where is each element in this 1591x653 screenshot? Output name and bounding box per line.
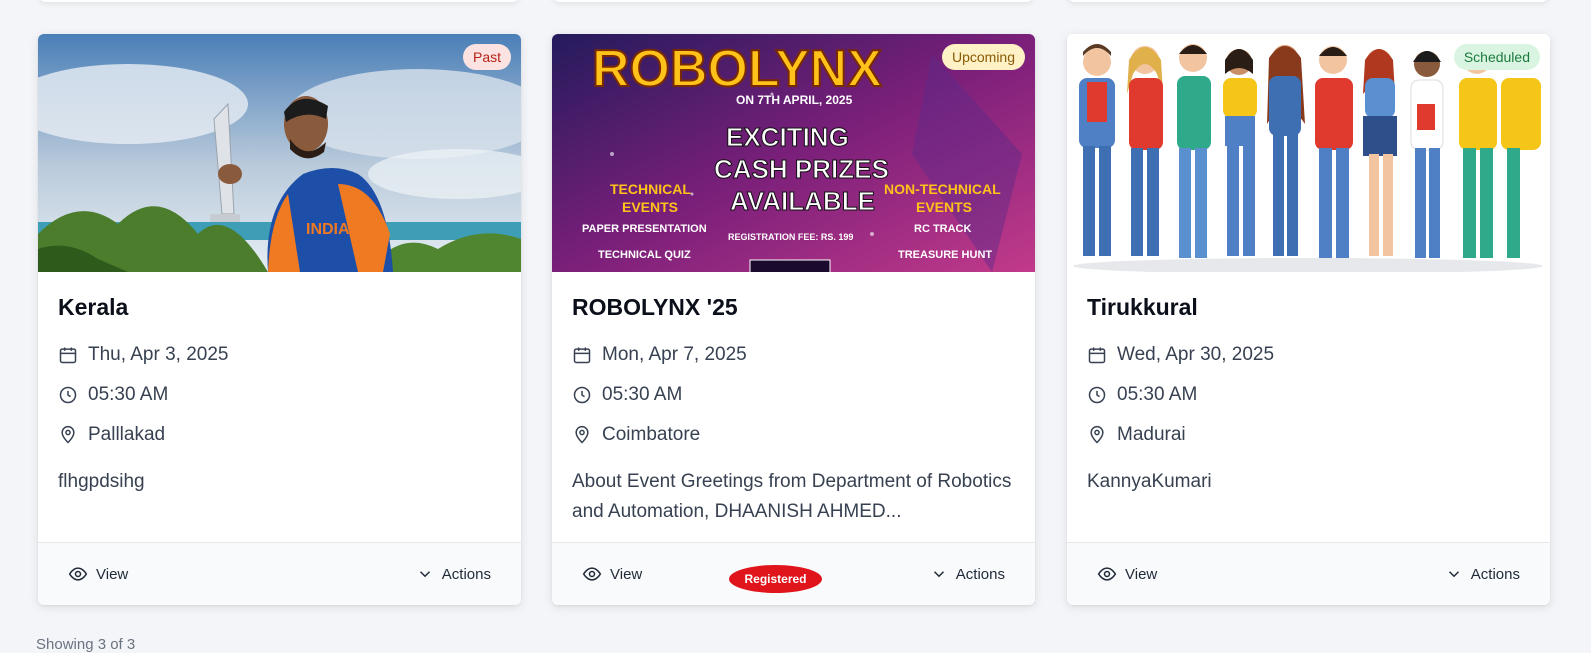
actions-dropdown-button[interactable]: Actions xyxy=(1445,565,1520,583)
svg-text:EVENTS: EVENTS xyxy=(916,199,972,215)
chevron-down-icon xyxy=(419,571,430,578)
calendar-icon xyxy=(573,347,591,364)
view-button[interactable]: View xyxy=(1097,564,1157,584)
previous-card-edge xyxy=(1067,0,1549,2)
card-footer: View Actions xyxy=(38,542,521,605)
svg-text:TREASURE HUNT: TREASURE HUNT xyxy=(898,249,992,261)
svg-text:CASH PRIZES: CASH PRIZES xyxy=(714,154,889,184)
svg-text:PAPER PRESENTATION: PAPER PRESENTATION xyxy=(582,223,707,235)
event-description: About Event Greetings from Department of… xyxy=(572,471,1012,522)
event-location: Palllakad xyxy=(58,415,501,455)
pagination-summary: Showing 3 of 3 xyxy=(36,636,136,653)
svg-text:AVAILABLE: AVAILABLE xyxy=(730,186,875,216)
calendar-icon xyxy=(59,347,77,364)
actions-dropdown-button[interactable]: Actions xyxy=(930,565,1005,583)
svg-text:TECHNICAL: TECHNICAL xyxy=(610,181,691,197)
event-card[interactable]: INDIA Past Kerala Thu, Apr 3, 2025 05:30… xyxy=(38,34,521,605)
status-badge: Scheduled xyxy=(1453,44,1540,70)
svg-text:RC TRACK: RC TRACK xyxy=(914,223,971,235)
chevron-down-icon xyxy=(1448,571,1459,578)
event-location: Coimbatore xyxy=(572,415,1015,455)
event-title: Tirukkural xyxy=(1087,294,1198,320)
event-date: Mon, Apr 7, 2025 xyxy=(572,335,1015,375)
card-footer: View Actions xyxy=(1067,542,1550,605)
event-description: flhgpdsihg xyxy=(58,471,145,492)
svg-text:EXCITING: EXCITING xyxy=(726,122,849,152)
event-image: ROBOLYNX ON 7TH APRIL, 2025 EXCITING CAS… xyxy=(552,34,1035,272)
svg-text:TECHNICAL QUIZ: TECHNICAL QUIZ xyxy=(598,249,691,261)
event-date: Thu, Apr 3, 2025 xyxy=(58,335,501,375)
svg-text:NON-TECHNICAL: NON-TECHNICAL xyxy=(884,181,1001,197)
status-badge: Upcoming xyxy=(941,44,1025,70)
registered-badge: Registered xyxy=(729,565,822,593)
chevron-down-icon xyxy=(933,571,944,578)
view-button[interactable]: View xyxy=(68,564,128,584)
event-time: 05:30 AM xyxy=(572,375,1015,415)
event-date: Wed, Apr 30, 2025 xyxy=(1087,335,1530,375)
eye-icon xyxy=(68,567,88,581)
previous-card-edge xyxy=(552,0,1034,2)
svg-text:EVENTS: EVENTS xyxy=(622,199,678,215)
clock-icon xyxy=(59,386,77,404)
eye-icon xyxy=(582,567,602,581)
event-time: 05:30 AM xyxy=(1087,375,1530,415)
event-description: KannyaKumari xyxy=(1087,471,1212,492)
actions-dropdown-button[interactable]: Actions xyxy=(416,565,491,583)
calendar-icon xyxy=(1088,347,1106,364)
location-pin-icon xyxy=(575,425,589,444)
event-card[interactable]: Scheduled Tirukkural Wed, Apr 30, 2025 0… xyxy=(1067,34,1550,605)
location-pin-icon xyxy=(61,425,75,444)
svg-text:REGISTRATION FEE: RS. 199: REGISTRATION FEE: RS. 199 xyxy=(728,232,853,242)
event-title: ROBOLYNX '25 xyxy=(572,294,738,320)
location-pin-icon xyxy=(1090,425,1104,444)
event-image: INDIA Past xyxy=(38,34,521,272)
previous-card-edge xyxy=(38,0,520,2)
event-image: Scheduled xyxy=(1067,34,1550,272)
card-footer: View Registered Actions xyxy=(552,542,1035,605)
clock-icon xyxy=(1088,386,1106,404)
event-title: Kerala xyxy=(58,294,129,320)
view-button[interactable]: View xyxy=(582,564,642,584)
svg-text:ON 7TH APRIL, 2025: ON 7TH APRIL, 2025 xyxy=(736,93,853,107)
event-card[interactable]: ROBOLYNX ON 7TH APRIL, 2025 EXCITING CAS… xyxy=(552,34,1035,605)
jersey-text: INDIA xyxy=(306,221,350,238)
poster-brand: ROBOLYNX xyxy=(592,40,882,98)
clock-icon xyxy=(573,386,591,404)
eye-icon xyxy=(1097,567,1117,581)
event-location: Madurai xyxy=(1087,415,1530,455)
event-time: 05:30 AM xyxy=(58,375,501,415)
status-badge: Past xyxy=(462,44,511,70)
